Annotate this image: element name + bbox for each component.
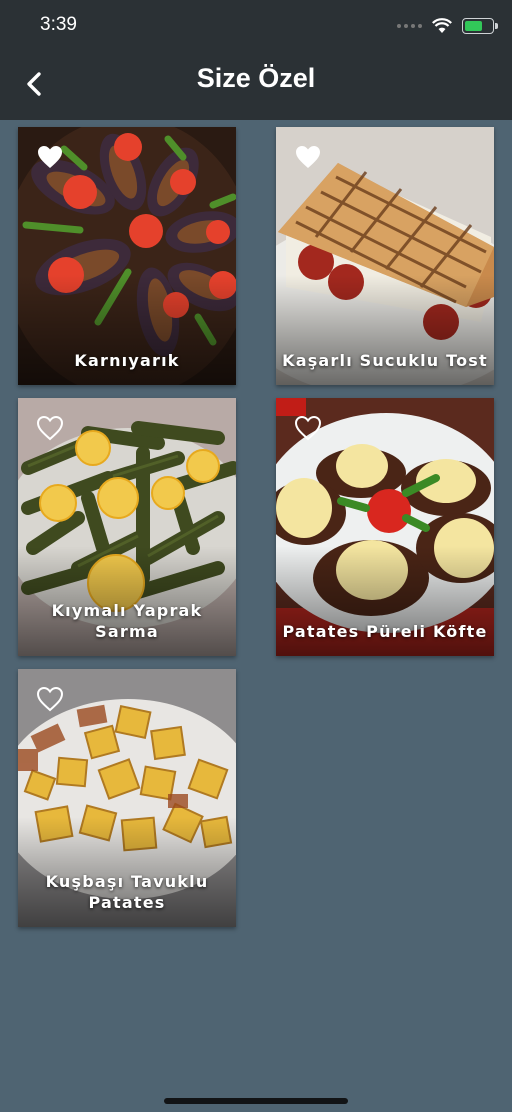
battery-icon	[462, 18, 498, 34]
favorite-heart-outline-icon[interactable]	[294, 415, 322, 441]
recipe-card-kiymali-yaprak-sarma[interactable]: Kıymalı Yaprak Sarma	[18, 398, 236, 656]
recipe-title: Karnıyarık	[74, 351, 180, 370]
status-time: 3:39	[40, 14, 77, 35]
recipe-title: Patates Püreli Köfte	[282, 622, 488, 641]
recipe-card-kasarli-sucuklu-tost[interactable]: Kaşarlı Sucuklu Tost	[276, 127, 494, 385]
wifi-icon	[432, 18, 452, 33]
favorite-heart-outline-icon[interactable]	[36, 686, 64, 712]
favorite-heart-outline-icon[interactable]	[36, 415, 64, 441]
recipe-title: Kuşbaşı Tavuklu Patates	[45, 872, 209, 912]
signal-icon	[397, 24, 422, 28]
recipe-title: Kıymalı Yaprak Sarma	[51, 601, 203, 641]
recipe-card-karniyarik[interactable]: Karnıyarık	[18, 127, 236, 385]
home-indicator[interactable]	[164, 1098, 348, 1104]
recipe-card-patates-pureli-kofte[interactable]: Patates Püreli Köfte	[276, 398, 494, 656]
favorite-heart-icon[interactable]	[294, 144, 322, 170]
status-icons	[397, 15, 498, 37]
recipe-card-kusbasi-tavuklu-patates[interactable]: Kuşbaşı Tavuklu Patates	[18, 669, 236, 927]
page-title: Size Özel	[196, 63, 316, 93]
favorite-heart-icon[interactable]	[36, 144, 64, 170]
app-bar: 3:39 Size Özel	[0, 0, 512, 120]
recipe-title: Kaşarlı Sucuklu Tost	[282, 351, 488, 370]
